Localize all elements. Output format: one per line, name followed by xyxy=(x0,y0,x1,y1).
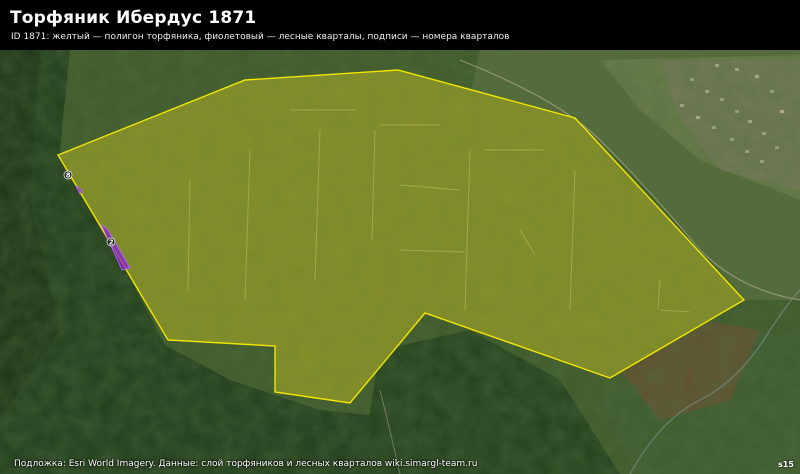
map-title: Торфяник Ибердус 1871 xyxy=(10,8,257,28)
forest-quarter-label: 2 xyxy=(106,237,116,247)
attribution: Подложка: Esri World Imagery. Данные: сл… xyxy=(14,459,478,469)
svg-text:8: 8 xyxy=(66,172,71,180)
satellite-imagery: 8 2 xyxy=(0,0,800,474)
logo: s15 xyxy=(778,460,794,469)
forest-quarter-label: 8 xyxy=(63,170,73,180)
map-subtitle: ID 1871: желтый — полигон торфяника, фио… xyxy=(11,32,510,42)
title-bar: Торфяник Ибердус 1871 ID 1871: желтый — … xyxy=(0,0,800,50)
map-view[interactable]: 8 2 Торфяник Ибердус 1871 ID 1871: желты… xyxy=(0,0,800,474)
svg-text:2: 2 xyxy=(109,239,114,247)
